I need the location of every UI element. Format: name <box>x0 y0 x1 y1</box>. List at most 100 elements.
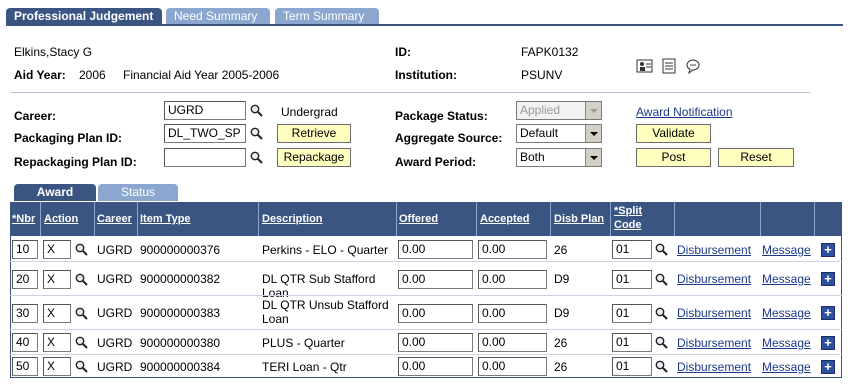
magnifier-icon[interactable] <box>75 307 88 320</box>
institution-value: PSUNV <box>521 68 563 82</box>
split-code-input[interactable]: 01 <box>612 333 652 352</box>
action-input[interactable]: X <box>43 304 71 323</box>
magnifier-icon[interactable] <box>75 273 88 286</box>
magnifier-icon[interactable] <box>75 243 88 256</box>
chevron-down-icon <box>585 102 601 119</box>
message-link[interactable]: Message <box>762 336 811 350</box>
validate-button[interactable]: Validate <box>636 124 711 143</box>
accepted-input[interactable]: 0.00 <box>478 333 547 352</box>
plus-icon[interactable]: + <box>821 272 835 286</box>
column-separator <box>137 202 138 236</box>
action-input[interactable]: X <box>43 333 71 352</box>
tab-professional-judgement[interactable]: Professional Judgement <box>6 8 162 25</box>
column-header-disb-plan[interactable]: Disb Plan <box>554 213 604 225</box>
reset-button[interactable]: Reset <box>718 148 794 167</box>
nbr-input[interactable]: 20 <box>12 270 38 289</box>
repackage-button[interactable]: Repackage <box>277 148 351 167</box>
column-separator <box>760 202 761 236</box>
magnifier-icon[interactable] <box>655 307 668 320</box>
plus-icon[interactable]: + <box>821 360 835 374</box>
tab-status[interactable]: Status <box>98 184 178 201</box>
split-code-input[interactable]: 01 <box>612 270 652 289</box>
message-link[interactable]: Message <box>762 306 811 320</box>
column-header-split-code[interactable]: *Split <box>614 205 642 217</box>
message-link[interactable]: Message <box>762 243 811 257</box>
offered-input[interactable]: 0.00 <box>398 270 473 289</box>
award-period-select[interactable]: Both <box>516 148 602 167</box>
people-chart-icon[interactable] <box>636 58 654 74</box>
offered-input[interactable]: 0.00 <box>398 240 473 259</box>
magnifier-icon[interactable] <box>655 273 668 286</box>
plus-icon[interactable]: + <box>821 243 835 257</box>
post-button[interactable]: Post <box>636 148 711 167</box>
offered-input[interactable]: 0.00 <box>398 304 473 323</box>
id-label: ID: <box>395 45 411 59</box>
repackaging-plan-input[interactable] <box>164 148 246 167</box>
plus-icon[interactable]: + <box>821 306 835 320</box>
nbr-input[interactable]: 10 <box>12 240 38 259</box>
magnifier-icon[interactable] <box>75 360 88 373</box>
column-header-action[interactable]: Action <box>44 213 78 225</box>
nbr-input[interactable]: 50 <box>12 357 38 376</box>
aid-year-label: Aid Year: <box>14 68 66 82</box>
message-link[interactable]: Message <box>762 272 811 286</box>
nbr-input[interactable]: 40 <box>12 333 38 352</box>
item-type-cell: 900000000382 <box>140 272 221 286</box>
accepted-input[interactable]: 0.00 <box>478 270 547 289</box>
id-value: FAPK0132 <box>521 45 579 59</box>
career-input[interactable]: UGRD <box>164 101 246 120</box>
tab-need-summary[interactable]: Need Summary <box>166 8 270 25</box>
column-header-split-code-line2[interactable]: Code <box>614 219 642 231</box>
accepted-input[interactable]: 0.00 <box>478 304 547 323</box>
split-code-input[interactable]: 01 <box>612 240 652 259</box>
column-header-nbr[interactable]: *Nbr <box>12 213 35 225</box>
column-header-item-type[interactable]: Item Type <box>140 213 191 225</box>
disbursement-link[interactable]: Disbursement <box>677 306 751 320</box>
accepted-input[interactable]: 0.00 <box>478 357 547 376</box>
disbursement-link[interactable]: Disbursement <box>677 243 751 257</box>
description-cell: TERI Loan - Qtr <box>262 360 347 374</box>
message-link[interactable]: Message <box>762 360 811 374</box>
magnifier-icon[interactable] <box>250 151 263 164</box>
column-header-offered[interactable]: Offered <box>399 213 438 225</box>
career-cell: UGRD <box>97 360 133 374</box>
disbursement-link[interactable]: Disbursement <box>677 272 751 286</box>
column-header-career[interactable]: Career <box>97 213 132 225</box>
institution-label: Institution: <box>395 68 457 82</box>
accepted-input[interactable]: 0.00 <box>478 240 547 259</box>
disb-plan-cell: 26 <box>554 360 568 374</box>
notepad-icon[interactable] <box>661 58 677 74</box>
aggregate-source-select[interactable]: Default <box>516 124 602 143</box>
plus-icon[interactable]: + <box>821 336 835 350</box>
offered-input[interactable]: 0.00 <box>398 357 473 376</box>
nbr-input[interactable]: 30 <box>12 304 38 323</box>
chevron-down-icon[interactable] <box>585 125 601 142</box>
magnifier-icon[interactable] <box>655 360 668 373</box>
action-input[interactable]: X <box>43 357 71 376</box>
retrieve-button[interactable]: Retrieve <box>277 124 351 143</box>
career-description: Undergrad <box>281 105 338 119</box>
disb-plan-cell: 26 <box>554 336 568 350</box>
column-header-accepted[interactable]: Accepted <box>480 213 530 225</box>
disbursement-link[interactable]: Disbursement <box>677 360 751 374</box>
column-header-description[interactable]: Description <box>262 213 323 225</box>
magnifier-icon[interactable] <box>655 243 668 256</box>
speech-bubble-icon[interactable] <box>685 58 701 74</box>
repackaging-plan-label: Repackaging Plan ID: <box>14 155 137 169</box>
award-notification-link[interactable]: Award Notification <box>636 105 733 119</box>
magnifier-icon[interactable] <box>75 336 88 349</box>
offered-input[interactable]: 0.00 <box>398 333 473 352</box>
tab-term-summary[interactable]: Term Summary <box>275 8 379 25</box>
tab-award[interactable]: Award <box>14 184 96 201</box>
action-input[interactable]: X <box>43 270 71 289</box>
chevron-down-icon[interactable] <box>585 149 601 166</box>
aid-year-description: Financial Aid Year 2005-2006 <box>123 68 280 82</box>
split-code-input[interactable]: 01 <box>612 357 652 376</box>
disbursement-link[interactable]: Disbursement <box>677 336 751 350</box>
magnifier-icon[interactable] <box>250 127 263 140</box>
magnifier-icon[interactable] <box>250 104 263 117</box>
action-input[interactable]: X <box>43 240 71 259</box>
packaging-plan-input[interactable]: DL_TWO_SP <box>164 124 246 143</box>
split-code-input[interactable]: 01 <box>612 304 652 323</box>
magnifier-icon[interactable] <box>655 336 668 349</box>
